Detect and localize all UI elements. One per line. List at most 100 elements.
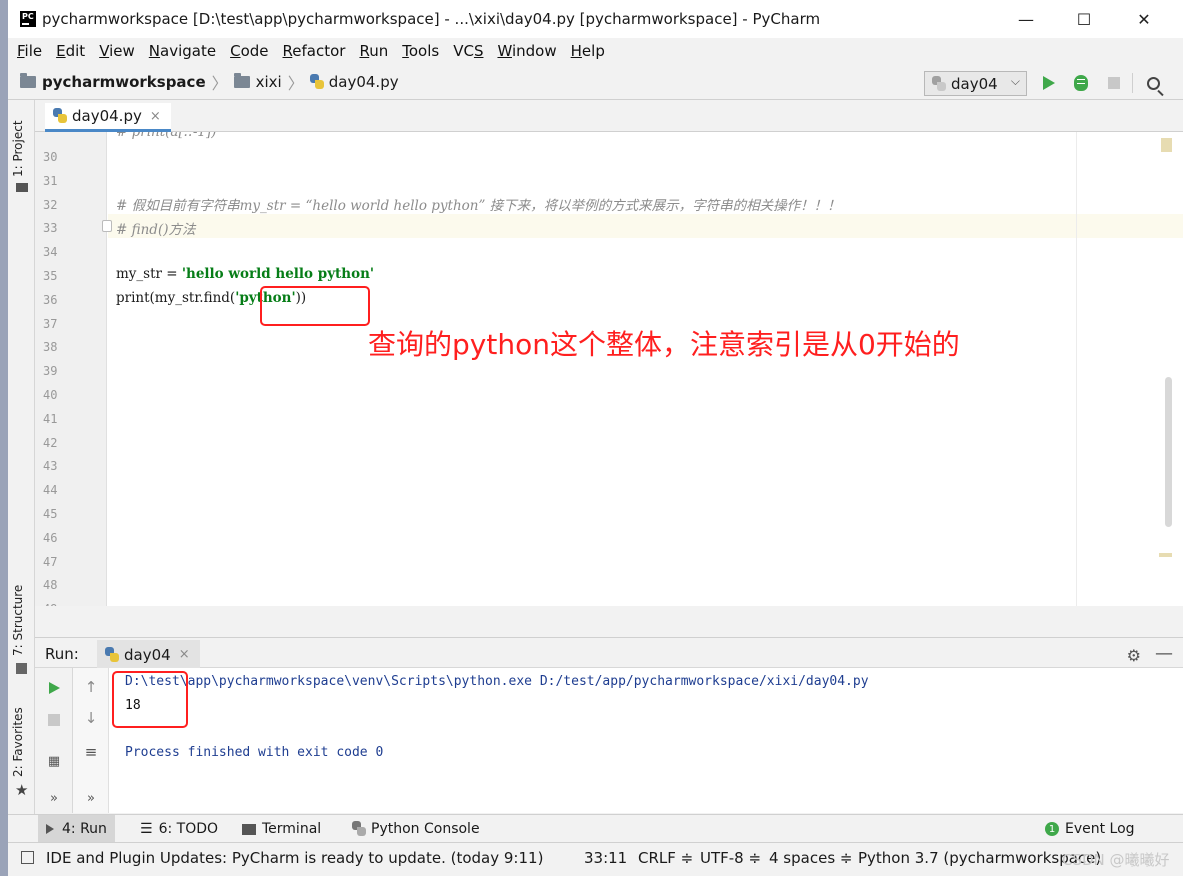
- code-editor[interactable]: 30 31 32 33 34 35 36 37 38 39 40 41 42 43 44 45 46 47 48 49…: [35, 132, 1183, 606]
- tool-window-bar: 4: Run ☰ 6: TODO Terminal Python Console …: [8, 814, 1183, 843]
- todo-tool-button[interactable]: ☰ 6: TODO: [132, 815, 226, 843]
- maximize-button[interactable]: ☐: [1055, 0, 1113, 38]
- code-line-33: # find()方法: [116, 222, 196, 238]
- stop-button[interactable]: [1103, 72, 1125, 94]
- bug-icon: [1074, 75, 1088, 91]
- line-number: 46: [43, 530, 58, 545]
- layout-icon[interactable]: ▦: [44, 751, 64, 771]
- rerun-button[interactable]: [44, 678, 64, 698]
- stop-icon: [1108, 77, 1120, 89]
- minimize-button[interactable]: —: [997, 0, 1055, 38]
- structure-tool-button[interactable]: 7: Structure: [11, 585, 25, 656]
- editor-scrollbar[interactable]: [1165, 377, 1172, 527]
- window-title: pycharmworkspace [D:\test\app\pycharmwor…: [42, 10, 821, 28]
- code-token: my_str =: [116, 266, 182, 282]
- line-separator-select[interactable]: CRLF ≑: [638, 849, 693, 867]
- run-tool-button[interactable]: 4: Run: [38, 815, 115, 843]
- close-icon[interactable]: ×: [179, 647, 190, 662]
- run-panel-header: Run: day04 × ⚙ —: [35, 637, 1183, 669]
- line-number: 44: [43, 483, 58, 498]
- breadcrumb-project[interactable]: pycharmworkspace: [20, 72, 206, 91]
- soft-wrap-icon[interactable]: ≡: [81, 742, 101, 762]
- console-command-line: D:\test\app\pycharmworkspace\venv\Script…: [125, 674, 869, 689]
- play-icon: [48, 682, 60, 694]
- python-file-icon: [309, 73, 324, 90]
- project-tool-button[interactable]: 1: Project: [11, 120, 25, 177]
- hide-panel-icon[interactable]: —: [1155, 643, 1173, 664]
- structure-icon: [16, 663, 27, 674]
- menu-run[interactable]: Run: [359, 42, 388, 60]
- menu-edit[interactable]: Edit: [56, 42, 85, 60]
- python-icon: [105, 646, 119, 663]
- tool-label: Python Console: [371, 821, 480, 837]
- indent-select[interactable]: 4 spaces ≑: [769, 849, 852, 867]
- tool-label: Event Log: [1065, 821, 1135, 837]
- line-number: 33: [43, 221, 58, 236]
- stop-button[interactable]: [44, 710, 64, 730]
- python-file-icon: [53, 108, 67, 124]
- tool-label: 6: TODO: [158, 821, 219, 837]
- close-icon[interactable]: ×: [150, 109, 161, 124]
- run-button[interactable]: [1038, 72, 1060, 94]
- event-log-button[interactable]: 1 Event Log: [1037, 815, 1143, 843]
- chevron-down-icon: ⌵: [1010, 74, 1020, 88]
- breadcrumb-file-label: day04.py: [328, 72, 399, 91]
- status-bar: IDE and Plugin Updates: PyCharm is ready…: [8, 842, 1183, 876]
- code-line-32: # 假如目前有字符串my_str = “hello world hello py…: [116, 198, 841, 214]
- current-line-highlight: [108, 214, 1183, 238]
- menu-refactor[interactable]: Refactor: [283, 42, 346, 60]
- run-configuration-label: day04: [951, 74, 998, 93]
- menu-tools[interactable]: Tools: [402, 42, 439, 60]
- line-number: 42: [43, 435, 58, 450]
- code-line-35: my_str = 'hello world hello python': [116, 266, 374, 282]
- list-icon: ☰: [140, 821, 153, 837]
- menu-vcs[interactable]: VCS: [453, 42, 483, 60]
- breadcrumb-folder[interactable]: xixi: [233, 72, 282, 91]
- breadcrumb-file[interactable]: day04.py: [309, 72, 399, 91]
- debug-button[interactable]: [1070, 72, 1092, 94]
- search-icon: [1146, 76, 1160, 90]
- console-toolbar: ↑ ↓ ≡ »: [73, 668, 109, 813]
- code-string: 'hello world hello python': [181, 266, 375, 282]
- pycharm-window: PC pycharmworkspace [D:\test\app\pycharm…: [8, 0, 1183, 876]
- project-folder-icon: [20, 72, 36, 88]
- editor-tab-bar: day04.py ×: [35, 100, 1183, 132]
- search-everywhere-button[interactable]: [1142, 72, 1164, 94]
- python-console-tool-button[interactable]: Python Console: [344, 815, 488, 843]
- menu-view[interactable]: View: [99, 42, 135, 60]
- menu-code[interactable]: Code: [230, 42, 268, 60]
- caret-position[interactable]: 33:11: [584, 849, 627, 867]
- line-number: 39: [43, 364, 58, 379]
- menu-navigate[interactable]: Navigate: [149, 42, 216, 60]
- line-number: 43: [43, 459, 58, 474]
- close-button[interactable]: ✕: [1115, 0, 1173, 38]
- tool-label: 4: Run: [62, 821, 107, 837]
- more-actions-button[interactable]: »: [81, 788, 101, 808]
- status-message[interactable]: IDE and Plugin Updates: PyCharm is ready…: [21, 849, 543, 867]
- more-actions-button[interactable]: »: [44, 788, 64, 808]
- breadcrumb-folder-label: xixi: [255, 72, 282, 91]
- tool-label: Terminal: [262, 821, 322, 837]
- encoding-select[interactable]: UTF-8 ≑: [700, 849, 761, 867]
- gear-icon[interactable]: ⚙: [1127, 646, 1141, 665]
- navigation-bar: pycharmworkspace 〉 xixi 〉 day04.py day04…: [8, 64, 1183, 100]
- menu-help[interactable]: Help: [571, 42, 605, 60]
- menu-window[interactable]: Window: [497, 42, 556, 60]
- terminal-tool-button[interactable]: Terminal: [234, 815, 329, 843]
- run-tab-label: day04: [124, 645, 171, 664]
- console-exit-message: Process finished with exit code 0: [125, 745, 384, 760]
- fold-marker-icon[interactable]: [102, 220, 112, 232]
- arrow-down-icon[interactable]: ↓: [81, 708, 101, 728]
- tab-day04[interactable]: day04.py ×: [45, 103, 171, 132]
- play-icon: [1043, 76, 1055, 90]
- play-icon: [46, 824, 54, 834]
- arrow-up-icon[interactable]: ↑: [81, 677, 101, 697]
- run-configuration-select[interactable]: day04 ⌵: [924, 71, 1027, 96]
- line-number: 47: [43, 554, 58, 569]
- panel-toggle-icon: [21, 851, 34, 864]
- favorites-tool-button[interactable]: 2: Favorites: [11, 707, 25, 777]
- run-tab-day04[interactable]: day04 ×: [97, 640, 200, 669]
- tab-label: day04.py: [72, 107, 142, 125]
- menu-file[interactable]: File: [17, 42, 42, 60]
- terminal-icon: [242, 823, 256, 835]
